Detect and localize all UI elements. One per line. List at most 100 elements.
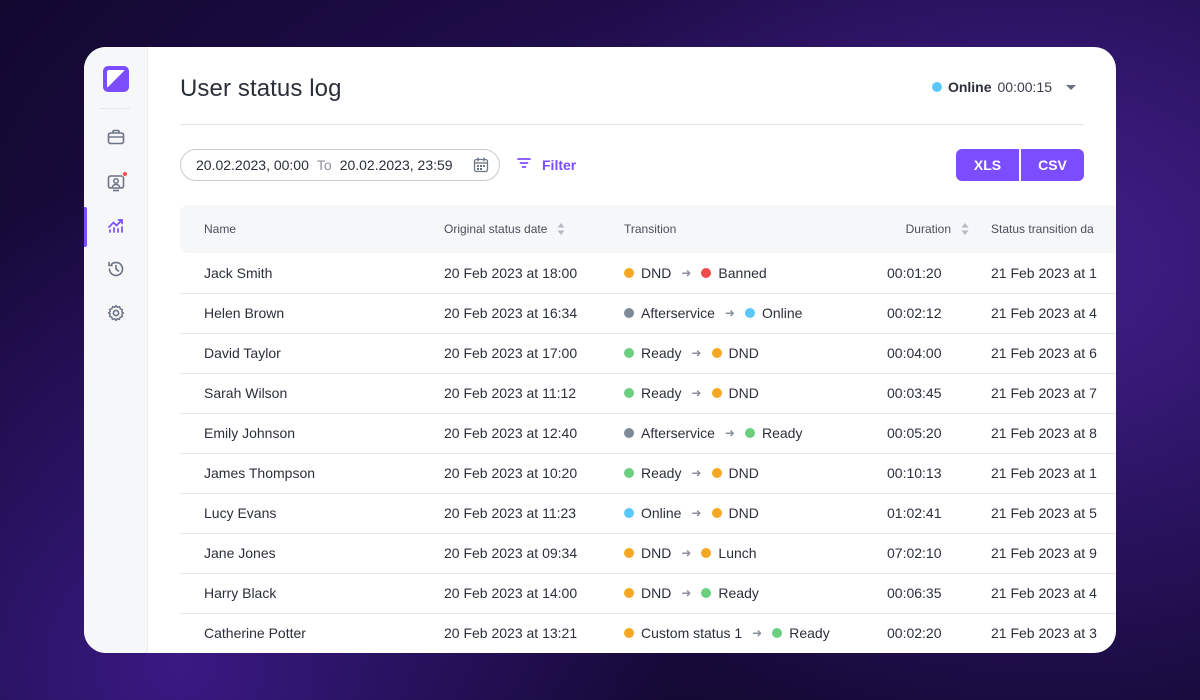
sidebar-item-history[interactable] (84, 251, 148, 291)
table-row[interactable]: Sarah Wilson 20 Feb 2023 at 11:12 Ready ➜ DN… (180, 373, 1116, 413)
status-dot-from (624, 548, 634, 558)
cell-transition: DND ➜ Banned (624, 253, 887, 293)
cell-name: Jane Jones (204, 545, 276, 561)
sidebar-item-workspace[interactable] (84, 119, 148, 159)
cell-transition: Online ➜ DND (624, 493, 887, 533)
column-header-transition-date[interactable]: Status transition da (991, 205, 1116, 253)
notification-badge (122, 171, 128, 177)
cell-transition-date: 21 Feb 2023 at 8 (991, 425, 1097, 441)
status-dot-from (624, 428, 634, 438)
column-header-original-date[interactable]: Original status date (444, 205, 624, 253)
cell-original-date: 20 Feb 2023 at 12:40 (444, 425, 578, 441)
status-dot-to (744, 308, 755, 318)
table-row[interactable]: Jane Jones 20 Feb 2023 at 09:34 DND ➜ Lunch 0… (180, 533, 1116, 573)
cell-name: James Thompson (204, 465, 316, 481)
status-dot-to (711, 388, 722, 398)
cell-duration: 00:06:35 (887, 585, 942, 601)
header-divider (180, 124, 1084, 125)
date-range-picker[interactable]: 20.02.2023, 00:00 To 20.02.2023, 23:59 (180, 149, 500, 181)
status-to: DND (728, 505, 759, 521)
cell-transition: Custom status 1 ➜ Ready (624, 613, 887, 653)
sidebar-item-agents[interactable] (84, 163, 148, 203)
column-header-label: Original status date (444, 221, 548, 236)
export-buttons: XLS CSV (956, 149, 1084, 181)
date-to-field[interactable]: 20.02.2023, 23:59 (340, 157, 453, 173)
status-dot-to (744, 428, 755, 438)
filter-button[interactable]: Filter (516, 155, 576, 174)
column-header-label: Name (204, 222, 237, 236)
status-dot-to (701, 588, 712, 598)
cell-duration: 00:03:45 (887, 385, 942, 401)
cell-original-date: 20 Feb 2023 at 16:34 (444, 305, 578, 321)
cell-transition: Ready ➜ DND (624, 453, 887, 493)
status-dot-to (711, 348, 722, 358)
user-status-selector[interactable]: Online 00:00:15 (931, 79, 1076, 95)
arrow-right-icon: ➜ (681, 265, 692, 280)
analytics-icon (106, 215, 126, 240)
status-to: Banned (718, 264, 767, 281)
table-row[interactable]: Catherine Potter 20 Feb 2023 at 13:21 Cust… (180, 613, 1116, 653)
filter-label: Filter (542, 156, 577, 173)
briefcase-icon (106, 127, 126, 152)
export-xls-button[interactable]: XLS (956, 149, 1019, 181)
gear-icon (106, 303, 126, 328)
cell-original-date: 20 Feb 2023 at 11:12 (444, 385, 577, 401)
cell-transition: DND ➜ Lunch (624, 533, 887, 573)
table-row[interactable]: Jack Smith 20 Feb 2023 at 18:00 DND ➜ Banned… (180, 253, 1116, 293)
cell-original-date: 20 Feb 2023 at 11:23 (444, 505, 577, 521)
date-from-field[interactable]: 20.02.2023, 00:00 (196, 157, 309, 173)
cell-name: Lucy Evans (204, 505, 277, 521)
table-row[interactable]: Helen Brown 20 Feb 2023 at 16:34 Afterserv… (180, 293, 1116, 333)
column-header-transition[interactable]: Transition (624, 205, 887, 253)
sidebar-divider (100, 108, 130, 109)
arrow-right-icon: ➜ (691, 346, 702, 360)
cell-duration: 00:02:12 (887, 305, 942, 321)
arrow-right-icon: ➜ (691, 386, 702, 400)
column-header-duration[interactable]: Duration (887, 205, 991, 253)
arrow-right-icon: ➜ (691, 506, 702, 520)
sidebar-item-settings[interactable] (84, 295, 148, 335)
cell-duration: 00:01:20 (887, 264, 942, 281)
status-dot-to (772, 628, 783, 638)
cell-transition: Afterservice ➜ Online (624, 293, 887, 333)
cell-transition-date: 21 Feb 2023 at 1 (991, 264, 1097, 281)
column-header-label: Transition (624, 222, 677, 236)
status-timer: 00:00:15 (997, 79, 1053, 95)
table-row[interactable]: James Thompson 20 Feb 2023 at 10:20 Ready ➜… (180, 453, 1116, 493)
status-from: Ready (641, 465, 682, 481)
cell-name: Emily Johnson (204, 425, 296, 441)
status-dot-from (624, 267, 634, 278)
table-row[interactable]: Harry Black 20 Feb 2023 at 14:00 DND ➜ Ready… (180, 573, 1116, 613)
chevron-down-icon (1066, 84, 1076, 90)
status-from: DND (641, 264, 672, 281)
sort-icon[interactable] (961, 222, 969, 236)
status-to: Online (761, 305, 803, 321)
cell-name: David Taylor (204, 345, 281, 361)
column-header-name[interactable]: Name (180, 205, 444, 253)
status-from: Ready (641, 345, 682, 361)
cell-name: Jack Smith (204, 264, 273, 281)
status-dot (931, 82, 942, 92)
status-from: DND (641, 545, 672, 561)
table-row[interactable]: Lucy Evans 20 Feb 2023 at 11:23 Online ➜ DND… (180, 493, 1116, 533)
status-to: DND (728, 385, 759, 401)
export-csv-button[interactable]: CSV (1021, 149, 1084, 181)
sort-icon[interactable] (557, 222, 565, 236)
cell-name: Helen Brown (204, 305, 285, 321)
filter-icon (516, 155, 532, 174)
table-row[interactable]: David Taylor 20 Feb 2023 at 17:00 Ready ➜ DN… (180, 333, 1116, 373)
cell-transition: Afterservice ➜ Ready (624, 413, 887, 453)
status-from: Afterservice (641, 305, 715, 321)
app-logo[interactable] (102, 65, 130, 93)
cell-original-date: 20 Feb 2023 at 13:21 (444, 625, 578, 641)
history-icon (106, 259, 126, 284)
arrow-right-icon: ➜ (681, 586, 692, 600)
cell-transition-date: 21 Feb 2023 at 4 (991, 585, 1097, 601)
cell-duration: 00:04:00 (887, 345, 942, 361)
calendar-icon[interactable] (473, 157, 489, 173)
sidebar-item-analytics[interactable] (84, 207, 148, 247)
sidebar (84, 47, 148, 653)
status-label: Online (947, 79, 992, 95)
arrow-right-icon: ➜ (724, 306, 735, 320)
table-row[interactable]: Emily Johnson 20 Feb 2023 at 12:40 Afterse… (180, 413, 1116, 453)
